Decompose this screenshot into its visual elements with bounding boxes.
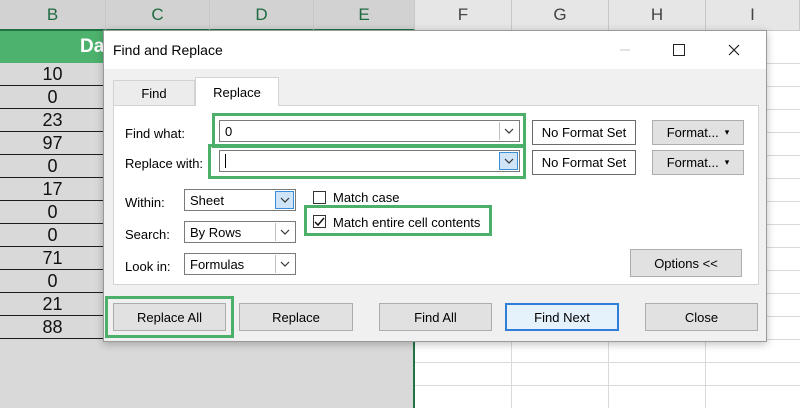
find-replace-dialog: Find and Replace Find Replace Find what:… [103,30,767,342]
cell[interactable]: 10 [0,63,106,86]
replace-with-label: Replace with: [125,156,204,171]
cell[interactable]: 71 [0,247,106,270]
minimize-icon [620,49,630,51]
find-what-label: Find what: [125,126,185,141]
find-format-label: Format... [666,125,719,140]
caret-down-icon: ▾ [724,127,730,137]
match-entire-highlight [304,205,492,236]
within-dropdown[interactable] [275,191,294,209]
within-select[interactable]: Sheet [184,189,296,211]
chevron-down-icon [280,197,289,203]
look-in-select[interactable]: Formulas [184,253,296,275]
close-button[interactable]: Close [645,303,758,331]
search-select[interactable]: By Rows [184,221,296,243]
look-in-dropdown[interactable] [275,255,294,273]
column-header-c[interactable]: C [106,0,210,31]
replace-format-preview: No Format Set [532,150,636,175]
cell[interactable]: 0 [0,201,106,224]
cell[interactable]: 88 [0,316,106,339]
caret-down-icon: ▾ [724,157,730,167]
chevron-down-icon [280,229,290,235]
title-bar[interactable]: Find and Replace [104,31,766,69]
dialog-title: Find and Replace [113,42,223,58]
chevron-down-icon [280,261,290,267]
options-button[interactable]: Options << [630,249,742,277]
column-header-g[interactable]: G [512,0,609,31]
replace-format-label: Format... [666,155,719,170]
maximize-icon [673,44,685,56]
find-next-button[interactable]: Find Next [505,303,619,331]
search-dropdown[interactable] [275,223,294,241]
search-value: By Rows [190,224,242,240]
look-in-value: Formulas [190,256,245,272]
cell[interactable]: 0 [0,155,106,178]
cell[interactable]: 97 [0,132,106,155]
gridline [415,385,800,386]
replace-with-highlight [208,144,526,179]
find-all-label: Find All [414,309,457,325]
close-label: Close [684,309,719,325]
close-icon [728,44,740,56]
tab-replace[interactable]: Replace [195,77,279,106]
within-label: Within: [125,195,165,210]
find-next-label: Find Next [534,309,590,325]
replace-button[interactable]: Replace [239,303,353,331]
column-header-e[interactable]: E [314,0,415,31]
replace-format-preview-label: No Format Set [541,155,627,170]
find-all-button[interactable]: Find All [379,303,492,331]
within-value: Sheet [190,192,224,208]
match-case-label: Match case [333,190,400,205]
close-window-button[interactable] [719,37,749,63]
cell[interactable]: 21 [0,293,106,316]
look-in-label: Look in: [125,259,171,274]
search-label: Search: [125,227,170,242]
column-header-i[interactable]: I [706,0,800,31]
replace-label: Replace [272,309,320,325]
cell[interactable]: 17 [0,178,106,201]
minimize-button [610,37,640,63]
tab-find-label: Find [141,85,167,101]
tab-replace-label: Replace [213,84,261,100]
column-header-f[interactable]: F [415,0,512,31]
column-header-h[interactable]: H [609,0,706,31]
cell[interactable]: 0 [0,86,106,109]
find-format-button[interactable]: Format... ▾ [652,120,744,145]
find-what-highlight [212,113,526,148]
cell[interactable]: 0 [0,224,106,247]
cell[interactable]: 23 [0,109,106,132]
options-label: Options << [654,255,718,271]
column-header-b[interactable]: B [0,0,106,31]
replace-format-button[interactable]: Format... ▾ [652,150,744,175]
tab-find[interactable]: Find [113,80,195,105]
replace-all-highlight [105,296,234,338]
column-header-d[interactable]: D [210,0,314,31]
maximize-button[interactable] [664,37,694,63]
cell[interactable]: 0 [0,270,106,293]
find-format-preview-label: No Format Set [541,125,627,140]
gridline [415,362,800,363]
match-case-checkbox[interactable] [313,191,326,204]
table-header-text: Da [80,36,105,57]
find-format-preview: No Format Set [532,120,636,145]
